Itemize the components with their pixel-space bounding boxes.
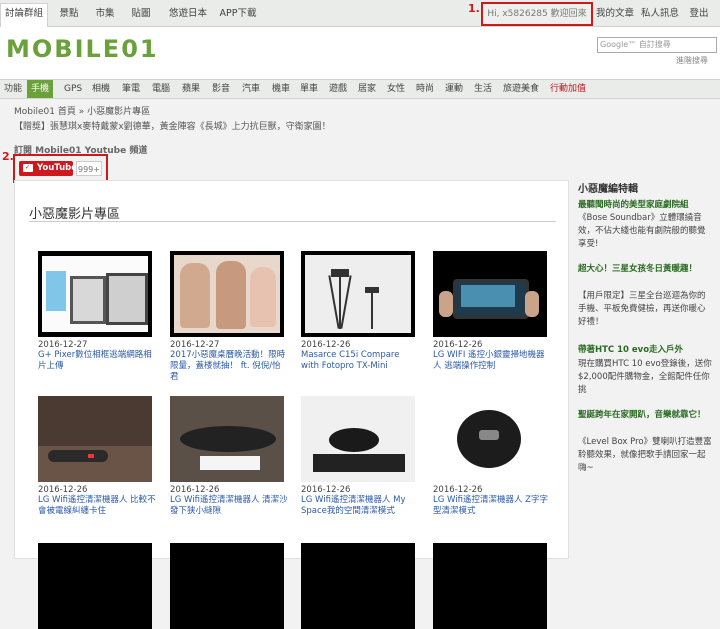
video-thumbnail[interactable] bbox=[170, 251, 284, 337]
nav-item-cameras[interactable]: 相機 bbox=[92, 80, 110, 98]
sidebar-link[interactable]: 最聽聞時尚的美型家庭劇院組 bbox=[578, 199, 713, 212]
video-panel: 小惡魔影片專區 2016-12-27 G+ Pixer數位相框逃端網路相片上傳 … bbox=[14, 180, 569, 629]
nav-item-phones[interactable]: 手機 bbox=[27, 80, 54, 98]
video-thumbnail[interactable] bbox=[433, 543, 547, 629]
nav-item-mobile-vas[interactable]: 行動加值 bbox=[550, 80, 586, 98]
video-title[interactable]: Masarce C15i Compare with Fotopro TX-Min… bbox=[301, 350, 419, 372]
category-nav: 功能 手機 GPS 相機 筆電 電腦 蘋果 影音 汽車 機車 單車 遊戲 居家 … bbox=[0, 79, 720, 99]
nav-item-av[interactable]: 影音 bbox=[212, 80, 230, 98]
sidebar: 小惡魔編特輯 最聽聞時尚的美型家庭劇院組 《Bose Soundbar》立體環繞… bbox=[578, 180, 713, 557]
video-thumbnail[interactable] bbox=[301, 543, 415, 629]
sidebar-text: 《Bose Soundbar》立體環繞音效，不佔大綫也能有劇院般的聽覺享受! bbox=[578, 213, 706, 249]
nav-item-bicycles[interactable]: 單車 bbox=[300, 80, 318, 98]
advanced-search-link[interactable]: 進階搜尋 bbox=[676, 55, 708, 66]
nav-item-travel-food[interactable]: 旅遊美食 bbox=[503, 80, 539, 98]
tab-app-download[interactable]: APP下載 bbox=[217, 4, 259, 26]
youtube-button-label: YouTube bbox=[37, 163, 78, 173]
nav-item-computers[interactable]: 電腦 bbox=[152, 80, 170, 98]
tab-market[interactable]: 市集 bbox=[90, 4, 120, 26]
sidebar-link[interactable]: 聖誕跨年在家開趴，音樂就靠它！ bbox=[578, 409, 713, 422]
tab-stickers[interactable]: 貼圖 bbox=[126, 4, 156, 26]
sidebar-text: 現在購買HTC 10 evo登錄後，送你$2,000配件購物金，全館配件任你挑 bbox=[578, 359, 712, 395]
nav-item-women[interactable]: 女性 bbox=[387, 80, 405, 98]
youtube-icon: ✓ bbox=[23, 164, 33, 172]
sidebar-heading: 小惡魔編特輯 bbox=[578, 184, 638, 195]
nav-item-cars[interactable]: 汽車 bbox=[242, 80, 260, 98]
nav-item-functions[interactable]: 功能 bbox=[4, 80, 22, 98]
nav-item-fashion[interactable]: 時尚 bbox=[416, 80, 434, 98]
video-thumbnail[interactable] bbox=[170, 543, 284, 629]
annotation-1: 1. bbox=[468, 2, 480, 15]
search-input[interactable]: Google™ 自訂搜尋 bbox=[597, 37, 717, 53]
nav-item-motorcycles[interactable]: 機車 bbox=[272, 80, 290, 98]
video-thumbnail[interactable] bbox=[38, 251, 152, 337]
private-messages-link[interactable]: 私人訊息 bbox=[640, 4, 680, 26]
breadcrumb[interactable]: Mobile01 首頁 » 小惡魔影片專區 bbox=[14, 104, 150, 117]
sidebar-link[interactable]: 帶著HTC 10 evo走入戶外 bbox=[578, 344, 713, 357]
nav-item-apple[interactable]: 蘋果 bbox=[182, 80, 200, 98]
video-thumbnail[interactable] bbox=[433, 396, 547, 482]
video-date: 2016-12-26 bbox=[38, 485, 88, 495]
video-thumbnail[interactable] bbox=[301, 251, 415, 337]
video-thumbnail[interactable] bbox=[38, 543, 152, 629]
nav-item-sports[interactable]: 運動 bbox=[445, 80, 463, 98]
video-date: 2016-12-26 bbox=[433, 485, 483, 495]
video-title[interactable]: LG Wifi遙控清潔機器人 清潔沙發下狭小縫隙 bbox=[170, 495, 288, 517]
sidebar-text: 【用戶限定】三星全台巡迴為你的手機、平板免費健檢，再送你暖心好禮！ bbox=[578, 291, 706, 327]
video-thumbnail[interactable] bbox=[301, 396, 415, 482]
tab-japan[interactable]: 悠遊日本 bbox=[162, 4, 214, 26]
video-thumbnail[interactable] bbox=[38, 396, 152, 482]
video-thumbnail[interactable] bbox=[170, 396, 284, 482]
tab-forum[interactable]: 討論群組 bbox=[0, 3, 48, 28]
video-title[interactable]: LG WIFI 遙控小銀靈掃地機器人 逃端操作控制 bbox=[433, 350, 551, 372]
video-date: 2016-12-26 bbox=[170, 485, 220, 495]
sidebar-link[interactable]: 超大心！三星女孩冬日黃暖趣！ bbox=[578, 263, 713, 276]
promo-link[interactable]: 【贈獎】張慧琪x麥特戴蒙x劉德華，黃金陣容《長城》上力抗巨獸，守衛家園！ bbox=[14, 119, 331, 132]
video-title[interactable]: LG Wifi遙控清潔機器人 Z字字型清潔模式 bbox=[433, 495, 551, 517]
mobile01-logo[interactable]: MOBILE01 bbox=[6, 35, 159, 63]
youtube-subscribe-widget: ✓ YouTube 999+ bbox=[13, 154, 108, 183]
video-title[interactable]: LG Wifi遙控清潔機器人 My Space我的空間清潔模式 bbox=[301, 495, 419, 517]
video-title[interactable]: LG Wifi遙控清潔機器人 比較不會被電線糾纏卡住 bbox=[38, 495, 156, 517]
video-date: 2016-12-27 bbox=[38, 340, 88, 350]
title-divider bbox=[29, 221, 556, 222]
logout-link[interactable]: 登出 bbox=[686, 4, 712, 26]
nav-item-laptops[interactable]: 筆電 bbox=[122, 80, 140, 98]
video-title[interactable]: 2017小惡魔桌曆晚活動！限時限量，蓋楼就抽！ ft. 倪倪/怡君 bbox=[170, 350, 288, 383]
nav-item-life[interactable]: 生活 bbox=[474, 80, 492, 98]
my-posts-link[interactable]: 我的文章 bbox=[595, 4, 635, 26]
subscriber-count: 999+ bbox=[76, 161, 102, 176]
tab-spots[interactable]: 景點 bbox=[54, 4, 84, 26]
video-title[interactable]: G+ Pixer數位相框逃端網路相片上傳 bbox=[38, 350, 156, 372]
header: MOBILE01 Google™ 自訂搜尋 進階搜尋 bbox=[0, 27, 720, 79]
video-date: 2016-12-26 bbox=[301, 340, 351, 350]
user-greeting-menu[interactable]: Hi, x5826285 歡迎回來 ▼ bbox=[481, 2, 593, 39]
nav-item-games[interactable]: 遊戲 bbox=[329, 80, 347, 98]
video-date: 2016-12-27 bbox=[170, 340, 220, 350]
sidebar-text: 《Level Box Pro》雙喇叭打造豐富聆聽效果，就像把歌手請回家一起嗨~ bbox=[578, 437, 712, 473]
nav-item-gps[interactable]: GPS bbox=[64, 80, 82, 98]
video-thumbnail[interactable] bbox=[433, 251, 547, 337]
nav-item-home[interactable]: 居家 bbox=[358, 80, 376, 98]
top-bar: 討論群組 景點 市集 貼圖 悠遊日本 APP下載 1. Hi, x5826285… bbox=[0, 0, 720, 39]
youtube-subscribe-button[interactable]: ✓ YouTube bbox=[19, 161, 77, 176]
video-date: 2016-12-26 bbox=[301, 485, 351, 495]
page-title: 小惡魔影片專區 bbox=[29, 207, 121, 222]
video-date: 2016-12-26 bbox=[433, 340, 483, 350]
